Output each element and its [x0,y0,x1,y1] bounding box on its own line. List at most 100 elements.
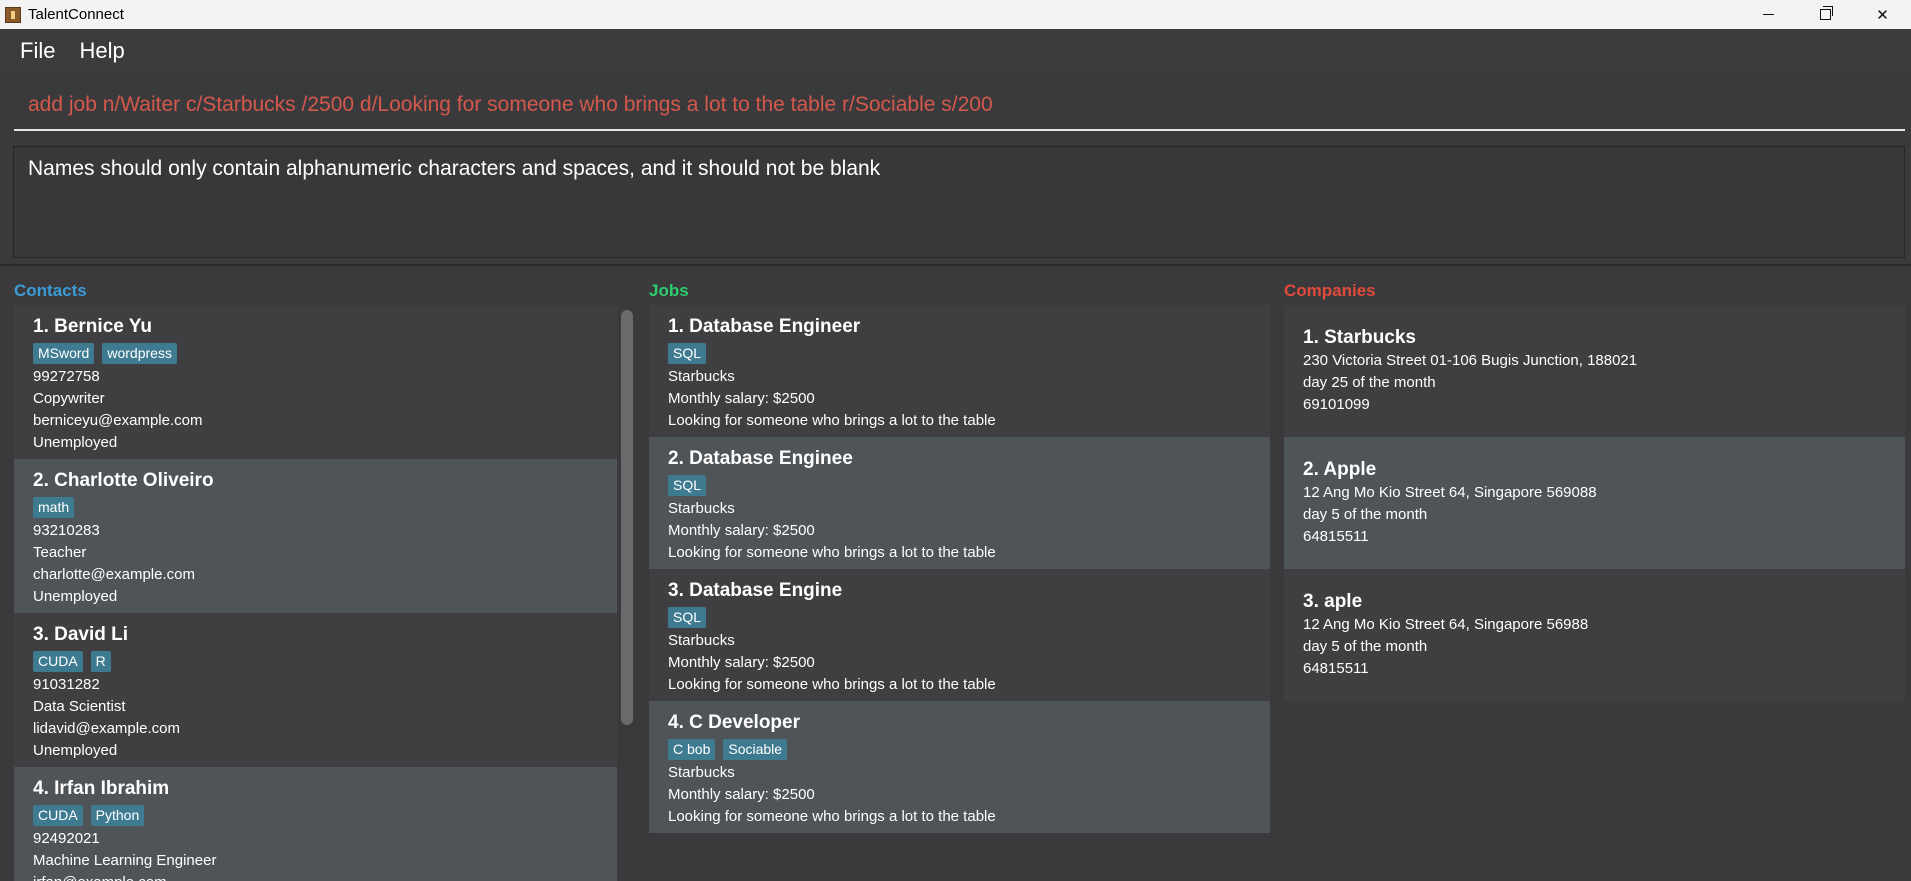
contact-email: charlotte@example.com [33,566,195,583]
contact-phone: 99272758 [33,368,100,385]
contact-card[interactable]: 2. Charlotte Oliveiro math 93210283 Teac… [14,459,617,613]
job-company: Starbucks [668,632,735,649]
contact-role: Copywriter [33,390,105,407]
result-display: Names should only contain alphanumeric c… [13,146,1905,258]
app-icon [5,6,21,23]
window-controls: ✕ [1740,0,1911,29]
contact-status: Unemployed [33,588,118,605]
tag: math [33,497,75,518]
minimize-button[interactable] [1740,0,1797,29]
command-box [0,73,1911,143]
company-billing: day 25 of the month [1303,374,1436,391]
job-description: Looking for someone who brings a lot to … [668,412,996,429]
job-card[interactable]: 4. C Developer C bob Sociable Starbucks … [649,701,1270,833]
job-company: Starbucks [668,368,735,385]
job-name: 3. Database Engine [668,580,843,601]
job-name: 2. Database Enginee [668,448,853,469]
jobs-panel-title: Jobs [649,281,689,300]
result-message: Names should only contain alphanumeric c… [28,157,881,180]
contacts-scrollbar[interactable] [621,310,633,725]
companies-list[interactable]: 1. Starbucks 230 Victoria Street 01-106 … [1284,305,1905,701]
contact-tags: MSword wordpress [33,343,598,364]
contact-role: Teacher [33,544,87,561]
company-card[interactable]: 1. Starbucks 230 Victoria Street 01-106 … [1284,305,1905,437]
job-description: Looking for someone who brings a lot to … [668,676,996,693]
job-name: 4. C Developer [668,712,800,733]
company-name: 2. Apple [1303,459,1377,480]
contact-card[interactable]: 4. Irfan Ibrahim CUDA Python 92492021 Ma… [14,767,617,881]
tag: SQL [668,607,707,628]
contact-tags: CUDA Python [33,805,598,826]
contact-role: Data Scientist [33,698,126,715]
contact-phone: 91031282 [33,676,100,693]
tag: Sociable [723,739,788,760]
companies-panel-title: Companies [1284,281,1376,300]
tag: CUDA [33,805,83,826]
contact-card[interactable]: 3. David Li CUDA R 91031282 Data Scienti… [14,613,617,767]
tag: Python [90,805,145,826]
close-button[interactable]: ✕ [1854,0,1911,29]
menu-help[interactable]: Help [79,38,124,64]
section-divider [0,264,1911,266]
job-card[interactable]: 2. Database Enginee SQL Starbucks Monthl… [649,437,1270,569]
contact-name: 3. David Li [33,624,129,645]
contact-status: Unemployed [33,434,118,451]
contact-card[interactable]: 1. Bernice Yu MSword wordpress 99272758 … [14,305,617,459]
restore-button[interactable] [1797,0,1854,29]
job-tags: C bob Sociable [668,739,1251,760]
job-company: Starbucks [668,764,735,781]
job-description: Looking for someone who brings a lot to … [668,544,996,561]
contact-name: 2. Charlotte Oliveiro [33,470,214,491]
job-card[interactable]: 1. Database Engineer SQL Starbucks Month… [649,305,1270,437]
jobs-list[interactable]: 1. Database Engineer SQL Starbucks Month… [649,305,1270,833]
tag: wordpress [102,343,177,364]
menu-file[interactable]: File [20,38,55,64]
tag: C bob [668,739,716,760]
company-billing: day 5 of the month [1303,506,1428,523]
job-name: 1. Database Engineer [668,316,861,337]
tag: SQL [668,343,707,364]
contact-phone: 93210283 [33,522,100,539]
tag: R [90,651,111,672]
contact-role: Machine Learning Engineer [33,852,217,869]
contact-phone: 92492021 [33,830,100,847]
contacts-list[interactable]: 1. Bernice Yu MSword wordpress 99272758 … [14,305,617,881]
command-input[interactable] [14,81,1905,131]
company-name: 1. Starbucks [1303,327,1416,348]
job-salary: Monthly salary: $2500 [668,786,815,803]
company-card[interactable]: 3. aple 12 Ang Mo Kio Street 64, Singapo… [1284,569,1905,701]
company-address: 12 Ang Mo Kio Street 64, Singapore 56908… [1303,484,1597,501]
company-card[interactable]: 2. Apple 12 Ang Mo Kio Street 64, Singap… [1284,437,1905,569]
job-salary: Monthly salary: $2500 [668,522,815,539]
contact-name: 1. Bernice Yu [33,316,152,337]
job-company: Starbucks [668,500,735,517]
company-billing: day 5 of the month [1303,638,1428,655]
restore-icon [1820,6,1833,20]
job-tags: SQL [668,607,1251,628]
job-salary: Monthly salary: $2500 [668,654,815,671]
job-tags: SQL [668,343,1251,364]
menu-bar: File Help [0,29,1911,73]
contact-email: lidavid@example.com [33,720,180,737]
job-tags: SQL [668,475,1251,496]
job-card[interactable]: 3. Database Engine SQL Starbucks Monthly… [649,569,1270,701]
contacts-panel-title: Contacts [14,281,87,300]
contact-tags: CUDA R [33,651,598,672]
company-phone: 64815511 [1303,528,1369,545]
company-address: 12 Ang Mo Kio Street 64, Singapore 56988 [1303,616,1589,633]
company-address: 230 Victoria Street 01-106 Bugis Junctio… [1303,352,1638,369]
company-phone: 69101099 [1303,396,1370,413]
contact-status: Unemployed [33,742,118,759]
tag: MSword [33,343,95,364]
window-title: TalentConnect [28,6,124,23]
minimize-icon [1763,14,1774,15]
company-name: 3. aple [1303,591,1363,612]
close-icon: ✕ [1876,5,1889,24]
tag: SQL [668,475,707,496]
tag: CUDA [33,651,83,672]
job-description: Looking for someone who brings a lot to … [668,808,996,825]
contact-name: 4. Irfan Ibrahim [33,778,170,799]
company-phone: 64815511 [1303,660,1369,677]
title-bar: TalentConnect ✕ [0,0,1911,29]
job-salary: Monthly salary: $2500 [668,390,815,407]
